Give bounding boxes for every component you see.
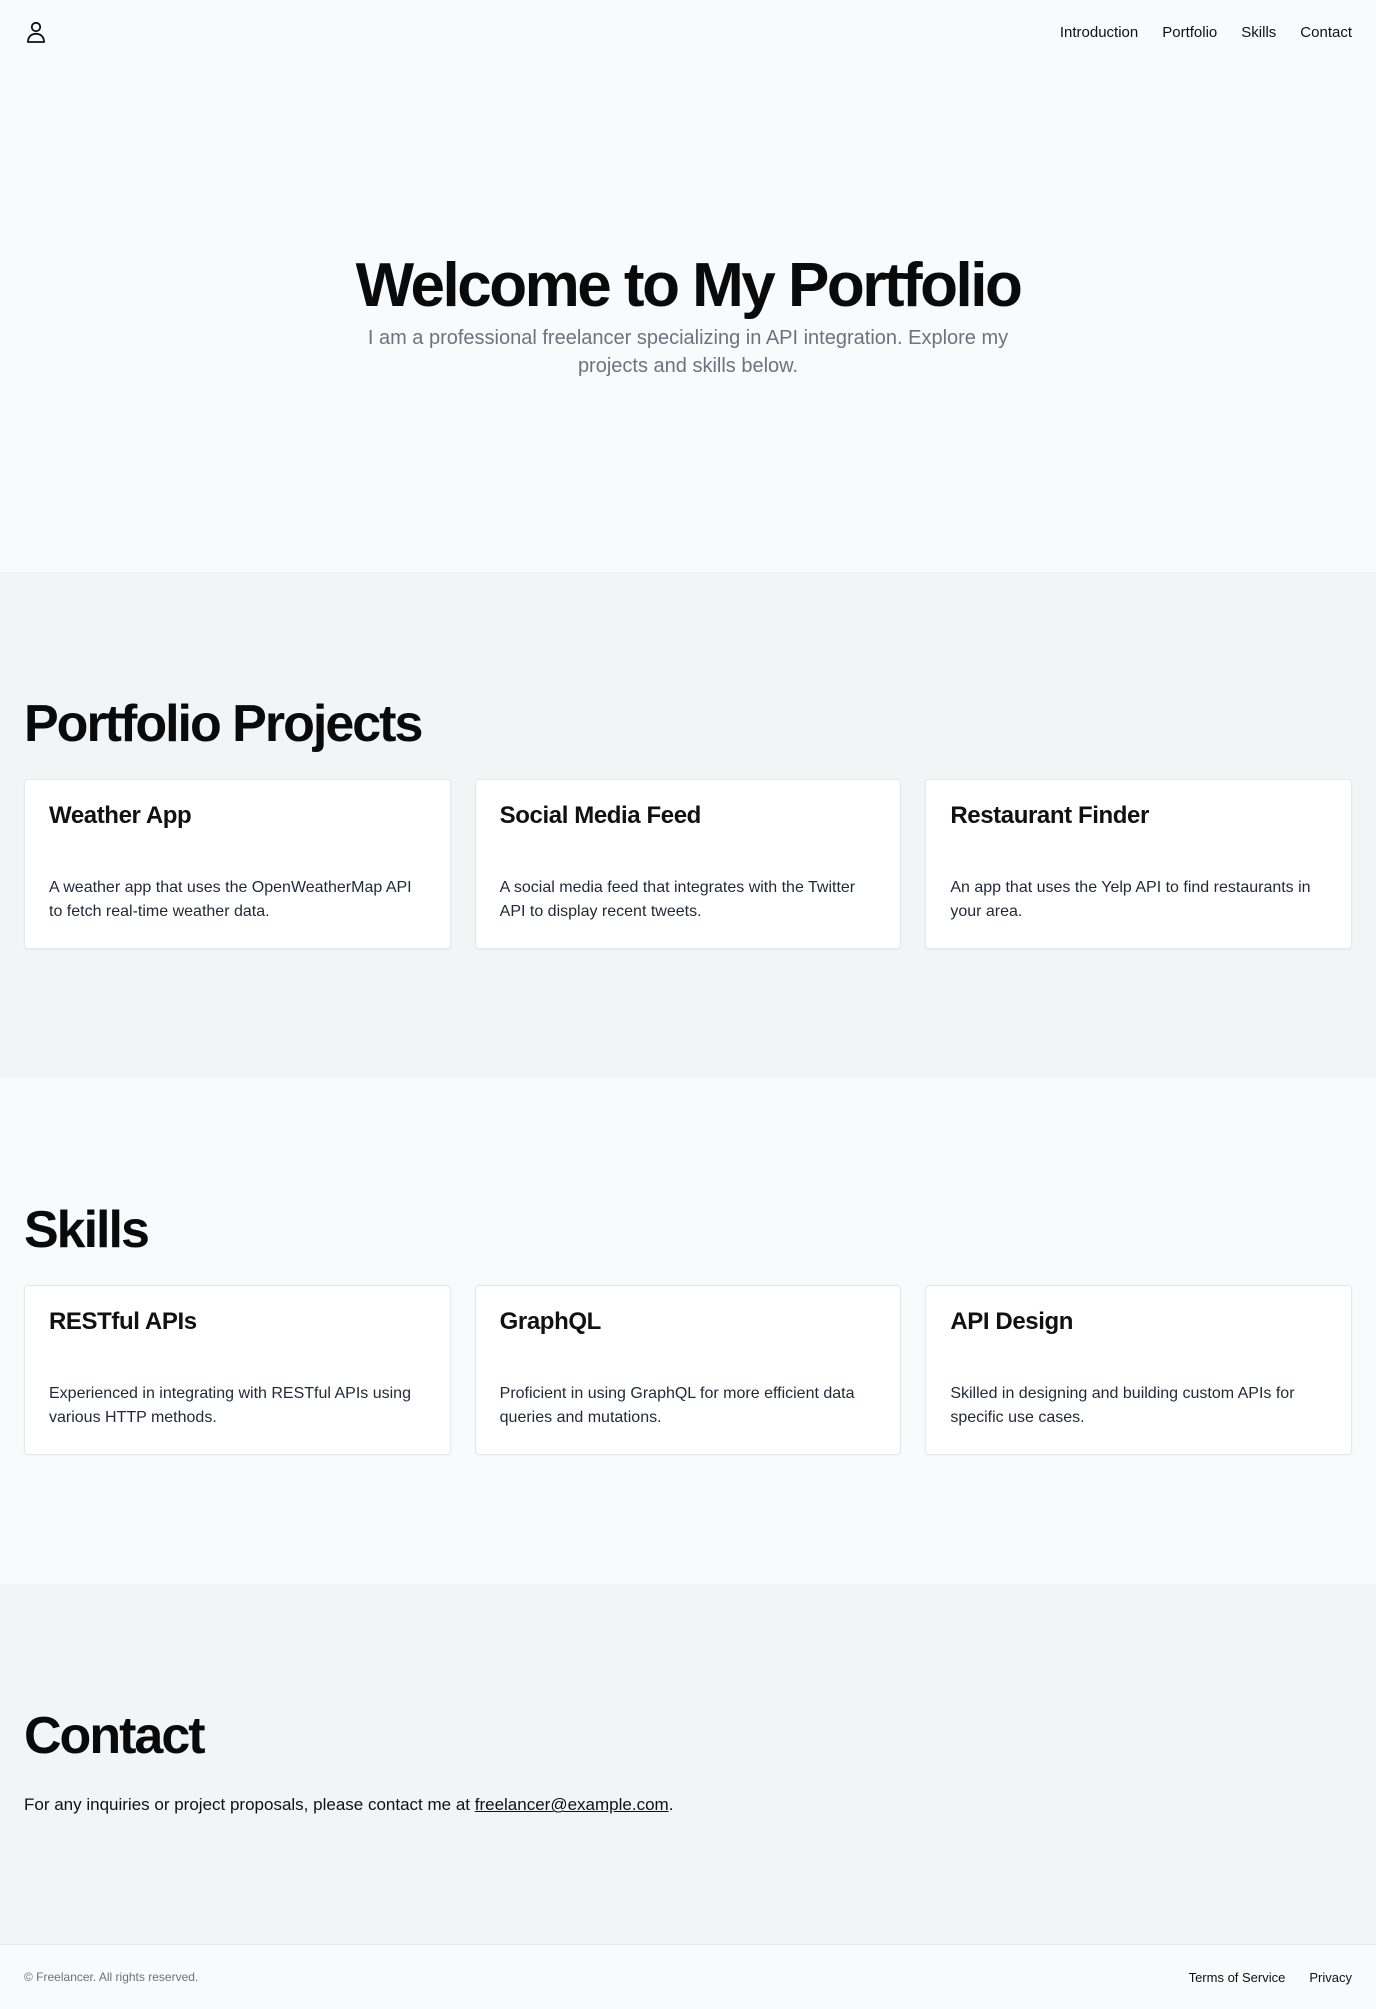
nav-link-portfolio[interactable]: Portfolio <box>1162 24 1217 41</box>
project-card-restaurant-finder: Restaurant Finder An app that uses the Y… <box>925 779 1352 950</box>
skills-section: Skills RESTful APIs Experienced in integ… <box>0 1078 1376 1584</box>
site-footer: © Freelancer. All rights reserved. Terms… <box>0 1944 1376 2009</box>
skill-card-graphql: GraphQL Proficient in using GraphQL for … <box>474 1285 902 1456</box>
contact-heading: Contact <box>24 1707 206 1765</box>
skill-card-title: API Design <box>950 1308 1074 1336</box>
project-cards: Weather App A weather app that uses the … <box>24 779 1352 950</box>
project-card-title: Weather App <box>49 802 192 830</box>
skill-card-api-design: API Design Skilled in designing and buil… <box>925 1285 1352 1456</box>
footer-copyright: © Freelancer. All rights reserved. <box>24 1970 199 1984</box>
contact-text: For any inquiries or project proposals, … <box>24 1795 1352 1815</box>
footer-link-privacy[interactable]: Privacy <box>1309 1970 1352 1985</box>
hero-subtitle: I am a professional freelancer specializ… <box>367 327 1009 378</box>
skill-card-description: Skilled in designing and building custom… <box>950 1385 1295 1427</box>
project-card-description: A weather app that uses the OpenWeatherM… <box>49 879 412 921</box>
project-card-weather-app: Weather App A weather app that uses the … <box>24 779 451 950</box>
project-card-description: An app that uses the Yelp API to find re… <box>950 879 1311 921</box>
project-card-title: Restaurant Finder <box>950 802 1149 830</box>
main-nav: Introduction Portfolio Skills Contact <box>1060 24 1352 41</box>
footer-link-terms[interactable]: Terms of Service <box>1189 1970 1286 1985</box>
contact-email-link[interactable]: freelancer@example.com <box>475 1795 669 1814</box>
project-card-description: A social media feed that integrates with… <box>499 879 856 921</box>
contact-section: Contact For any inquiries or project pro… <box>0 1584 1376 1944</box>
skills-heading: Skills <box>24 1201 150 1259</box>
nav-link-contact[interactable]: Contact <box>1300 24 1352 41</box>
hero-title: Welcome to My Portfolio <box>355 251 1023 320</box>
site-header: Introduction Portfolio Skills Contact <box>0 0 1376 64</box>
skill-card-description: Proficient in using GraphQL for more eff… <box>499 1385 855 1427</box>
nav-link-introduction[interactable]: Introduction <box>1060 24 1138 41</box>
footer-links: Terms of Service Privacy <box>1189 1970 1352 1985</box>
nav-link-skills[interactable]: Skills <box>1241 24 1276 41</box>
skill-card-restful-apis: RESTful APIs Experienced in integrating … <box>24 1285 451 1456</box>
skill-cards: RESTful APIs Experienced in integrating … <box>24 1285 1352 1456</box>
hero-section: Welcome to My Portfolio I am a professio… <box>0 64 1376 572</box>
skill-card-title: GraphQL <box>499 1308 602 1336</box>
contact-text-end: . <box>668 1795 674 1815</box>
skill-card-description: Experienced in integrating with RESTful … <box>49 1385 411 1427</box>
project-card-title: Social Media Feed <box>499 802 702 830</box>
contact-text-lead: For any inquiries or project proposals, … <box>24 1795 475 1815</box>
project-card-social-media-feed: Social Media Feed A social media feed th… <box>474 779 902 950</box>
user-icon[interactable] <box>24 20 48 44</box>
portfolio-section: Portfolio Projects Weather App A weather… <box>0 572 1376 1078</box>
skill-card-title: RESTful APIs <box>49 1308 197 1336</box>
portfolio-heading: Portfolio Projects <box>24 695 423 753</box>
